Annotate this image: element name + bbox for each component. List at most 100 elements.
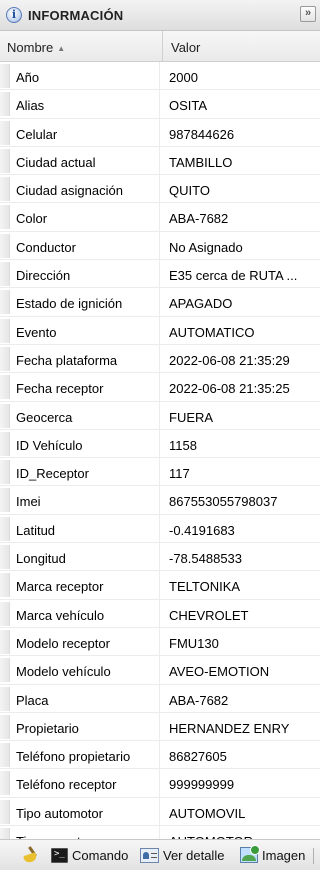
property-value[interactable]: QUITO [162, 175, 318, 202]
property-name: Estado de ignición [9, 288, 160, 316]
property-value[interactable]: 2022-06-08 21:35:29 [162, 345, 318, 372]
panel-title: INFORMACIÓN [28, 8, 124, 23]
property-value[interactable]: APAGADO [162, 288, 318, 315]
property-row[interactable]: Celular 987844626 [0, 118, 320, 147]
property-name: Dirección [9, 260, 160, 288]
property-value[interactable]: FUERA [162, 402, 318, 429]
property-row[interactable]: Marca receptor TELTONIKA [0, 571, 320, 600]
property-name: ID Vehículo [9, 429, 160, 458]
property-name: Evento [9, 316, 160, 344]
clear-button[interactable] [22, 840, 40, 870]
property-row[interactable]: Placa ABA-7682 [0, 684, 320, 713]
property-name: Marca receptor [9, 571, 160, 599]
property-name: Ciudad actual [9, 146, 160, 175]
column-header-name[interactable]: Nombre ▲ [0, 31, 163, 61]
property-value[interactable]: 117 [162, 458, 318, 485]
property-row[interactable]: Teléfono propietario 86827605 [0, 741, 320, 770]
property-value[interactable]: OSITA [162, 90, 318, 117]
property-value[interactable]: 2022-06-08 21:35:25 [162, 373, 318, 400]
property-row[interactable]: ID Vehículo 1158 [0, 429, 320, 459]
property-value[interactable]: 2000 [162, 62, 318, 89]
property-row[interactable]: Fecha plataforma 2022-06-08 21:35:29 [0, 344, 320, 374]
property-row[interactable]: Dirección E35 cerca de RUTA ... [0, 260, 320, 289]
terminal-icon: >_ [51, 847, 68, 863]
property-name: Fecha receptor [9, 373, 160, 401]
property-row[interactable]: ID_Receptor 117 [0, 458, 320, 487]
property-name: Teléfono receptor [9, 769, 160, 797]
property-value[interactable]: ABA-7682 [162, 685, 318, 712]
property-row[interactable]: Color ABA-7682 [0, 203, 320, 232]
property-value[interactable]: TAMBILLO [162, 147, 318, 174]
property-name: Fecha plataforma [9, 344, 160, 373]
property-value[interactable]: -78.5488533 [162, 543, 318, 570]
property-row[interactable]: Geocerca FUERA [0, 401, 320, 430]
property-name: Alias [9, 90, 160, 118]
view-detail-button[interactable]: Ver detalle [140, 840, 224, 870]
property-value[interactable]: 1158 [162, 430, 318, 457]
image-label: Imagen [262, 847, 306, 863]
property-value[interactable]: 999999999 [162, 769, 318, 796]
property-value[interactable]: 987844626 [162, 119, 318, 146]
property-row[interactable]: Evento AUTOMATICO [0, 316, 320, 345]
property-name: Propietario [9, 712, 160, 741]
property-row[interactable]: Modelo vehículo AVEO-EMOTION [0, 656, 320, 685]
property-row[interactable]: Ciudad actual TAMBILLO [0, 146, 320, 176]
property-value[interactable]: No Asignado [162, 232, 318, 259]
property-row[interactable]: Tipo automotor AUTOMOVIL [0, 797, 320, 827]
broom-icon [22, 846, 40, 864]
property-name: Geocerca [9, 401, 160, 429]
grid-header: Nombre ▲ Valor [0, 31, 320, 62]
command-button[interactable]: >_ Comando [51, 840, 128, 870]
property-value[interactable]: AUTOMOTOR [162, 826, 318, 839]
property-name: Imei [9, 486, 160, 514]
column-header-name-label: Nombre [7, 40, 54, 55]
property-row[interactable]: Modelo receptor FMU130 [0, 627, 320, 657]
property-value[interactable]: AUTOMOVIL [162, 798, 318, 825]
property-name: Modelo vehículo [9, 656, 160, 684]
property-value[interactable]: AUTOMATICO [162, 317, 318, 344]
property-row[interactable]: Año 2000 [0, 62, 320, 91]
property-value[interactable]: HERNANDEZ ENRY [162, 713, 318, 740]
property-name: ID_Receptor [9, 458, 160, 486]
image-button[interactable]: Imagen [240, 840, 305, 870]
command-label: Comando [72, 847, 129, 863]
property-value[interactable]: CHEVROLET [162, 600, 318, 627]
info-icon: i [6, 7, 22, 23]
property-row[interactable]: Alias OSITA [0, 90, 320, 119]
property-row[interactable]: Propietario HERNANDEZ ENRY [0, 712, 320, 742]
property-value[interactable]: -0.4191683 [162, 515, 318, 542]
property-name: Longitud [9, 543, 160, 571]
property-row[interactable]: Marca vehículo CHEVROLET [0, 599, 320, 628]
property-row[interactable]: Estado de ignición APAGADO [0, 288, 320, 317]
property-value[interactable]: TELTONIKA [162, 571, 318, 598]
property-name: Tipo receptor [9, 826, 160, 839]
toolbar-separator [313, 848, 314, 864]
sort-ascending-icon: ▲ [57, 44, 66, 53]
property-row[interactable]: Ciudad asignación QUITO [0, 175, 320, 204]
property-name: Ciudad asignación [9, 175, 160, 203]
property-name: Latitud [9, 514, 160, 543]
id-card-icon [140, 847, 159, 863]
property-value[interactable]: 86827605 [162, 741, 318, 768]
info-panel: i INFORMACIÓN » Nombre ▲ Valor Año 2000 Ali… [0, 0, 320, 870]
property-value[interactable]: E35 cerca de RUTA ... [162, 260, 318, 287]
property-row[interactable]: Teléfono receptor 999999999 [0, 769, 320, 798]
property-value[interactable]: FMU130 [162, 628, 318, 655]
bottom-toolbar: >_ Comando Ver detalle Imagen [0, 839, 320, 870]
property-row[interactable]: Tipo receptorAUTOMOTOR [0, 826, 320, 839]
property-value[interactable]: ABA-7682 [162, 203, 318, 230]
panel-header: i INFORMACIÓN » [0, 0, 320, 31]
property-row[interactable]: Fecha receptor 2022-06-08 21:35:25 [0, 373, 320, 402]
property-value[interactable]: AVEO-EMOTION [162, 656, 318, 683]
image-icon [240, 845, 260, 863]
view-detail-label: Ver detalle [163, 847, 225, 863]
property-name: Año [9, 62, 160, 90]
property-row[interactable]: Imei 867553055798037 [0, 486, 320, 515]
property-row[interactable]: Conductor No Asignado [0, 231, 320, 261]
property-row[interactable]: Longitud -78.5488533 [0, 543, 320, 572]
property-value[interactable]: 867553055798037 [162, 486, 318, 513]
property-grid: Año 2000 Alias OSITA Celular 987844626 Ciudad … [0, 62, 320, 839]
property-row[interactable]: Latitud -0.4191683 [0, 514, 320, 544]
collapse-button[interactable]: » [300, 6, 316, 22]
property-name: Placa [9, 684, 160, 712]
